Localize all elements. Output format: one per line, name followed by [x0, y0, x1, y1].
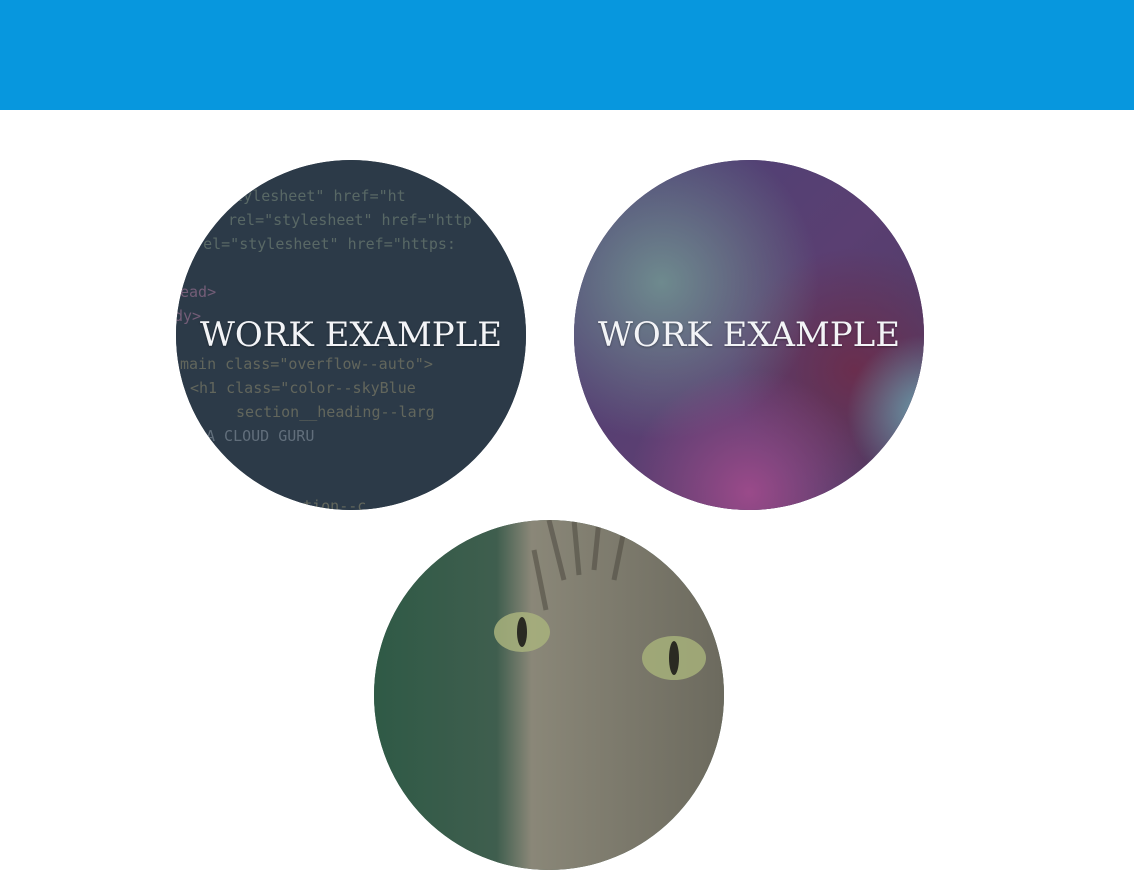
card-title: WORK EXAMPLE — [199, 315, 503, 355]
work-example-card-code[interactable]: l="stylesheet" href="ht rel="stylesheet"… — [176, 160, 526, 510]
card-title: WORK EXAMPLE — [597, 315, 901, 355]
work-example-card-cat[interactable] — [374, 520, 724, 870]
card-title — [374, 520, 724, 870]
work-example-card-gradient[interactable]: WORK EXAMPLE — [574, 160, 924, 510]
site-header — [0, 0, 1134, 110]
